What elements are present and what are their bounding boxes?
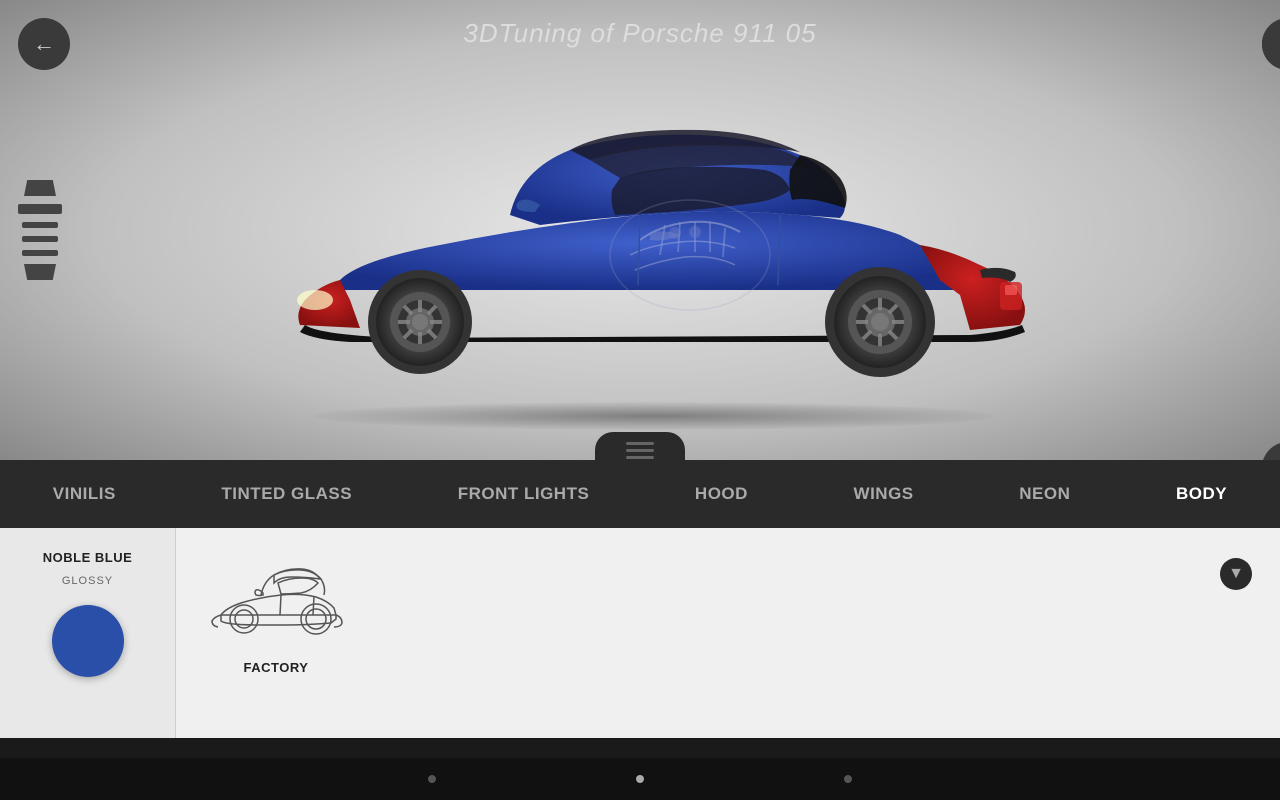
tab-tinted-glass[interactable]: TINTED GLASS: [205, 474, 368, 514]
toolbar-pin-bottom-icon: [24, 264, 56, 280]
nav-dot-2[interactable]: [636, 775, 644, 783]
tab-wings[interactable]: WINGS: [838, 474, 930, 514]
toolbar-line-2: [22, 222, 58, 228]
color-swatch[interactable]: [52, 605, 124, 677]
color-name: NOBLE BLUE: [43, 550, 133, 565]
tab-front-lights[interactable]: FRONT LIGHTS: [442, 474, 606, 514]
tab-vinilis[interactable]: VINILIS: [37, 474, 132, 514]
grip-line-2: [626, 449, 654, 452]
share-button[interactable]: ↗: [1262, 18, 1280, 70]
tab-handle[interactable]: [595, 432, 685, 468]
tab-bar: VINILIS TINTED GLASS FRONT LIGHTS HOOD W…: [0, 460, 1280, 528]
bottom-panel: NOBLE BLUE GLOSSY: [0, 528, 1280, 738]
nav-dot-3[interactable]: [844, 775, 852, 783]
download-button[interactable]: ⬇: [1262, 442, 1280, 460]
body-option-factory-image: [206, 548, 346, 648]
left-toolbar: [18, 180, 62, 280]
tab-handle-grip: [626, 442, 654, 459]
grip-line-3: [626, 456, 654, 459]
viewer-area: 3DTuning of Porsche 911 05 ⛶ ↗: [0, 0, 1280, 460]
chevron-down-icon: ▼: [1228, 565, 1244, 583]
toolbar-line-1: [18, 204, 62, 214]
body-option-factory-label: FACTORY: [244, 660, 309, 675]
toolbar-pin-top-icon: [24, 180, 56, 196]
color-type: GLOSSY: [62, 575, 113, 587]
tab-hood[interactable]: HOOD: [679, 474, 764, 514]
car-display: [160, 60, 1060, 400]
tab-neon[interactable]: NEON: [1003, 474, 1086, 514]
tab-body[interactable]: BODY: [1160, 474, 1243, 514]
page-title: 3DTuning of Porsche 911 05: [463, 18, 816, 49]
toolbar-line-3: [22, 236, 58, 242]
color-panel: NOBLE BLUE GLOSSY: [0, 528, 176, 738]
nav-dot-1[interactable]: [428, 775, 436, 783]
arrow-left-icon: [33, 31, 55, 57]
car-shadow: [314, 402, 994, 430]
dots-navigation: [0, 758, 1280, 800]
scroll-down-indicator[interactable]: ▼: [1220, 558, 1252, 590]
toolbar-line-4: [22, 250, 58, 256]
body-option-factory[interactable]: FACTORY: [206, 548, 346, 675]
grip-line-1: [626, 442, 654, 445]
back-button[interactable]: [18, 18, 70, 70]
body-options-panel: FACTORY: [176, 528, 1280, 738]
